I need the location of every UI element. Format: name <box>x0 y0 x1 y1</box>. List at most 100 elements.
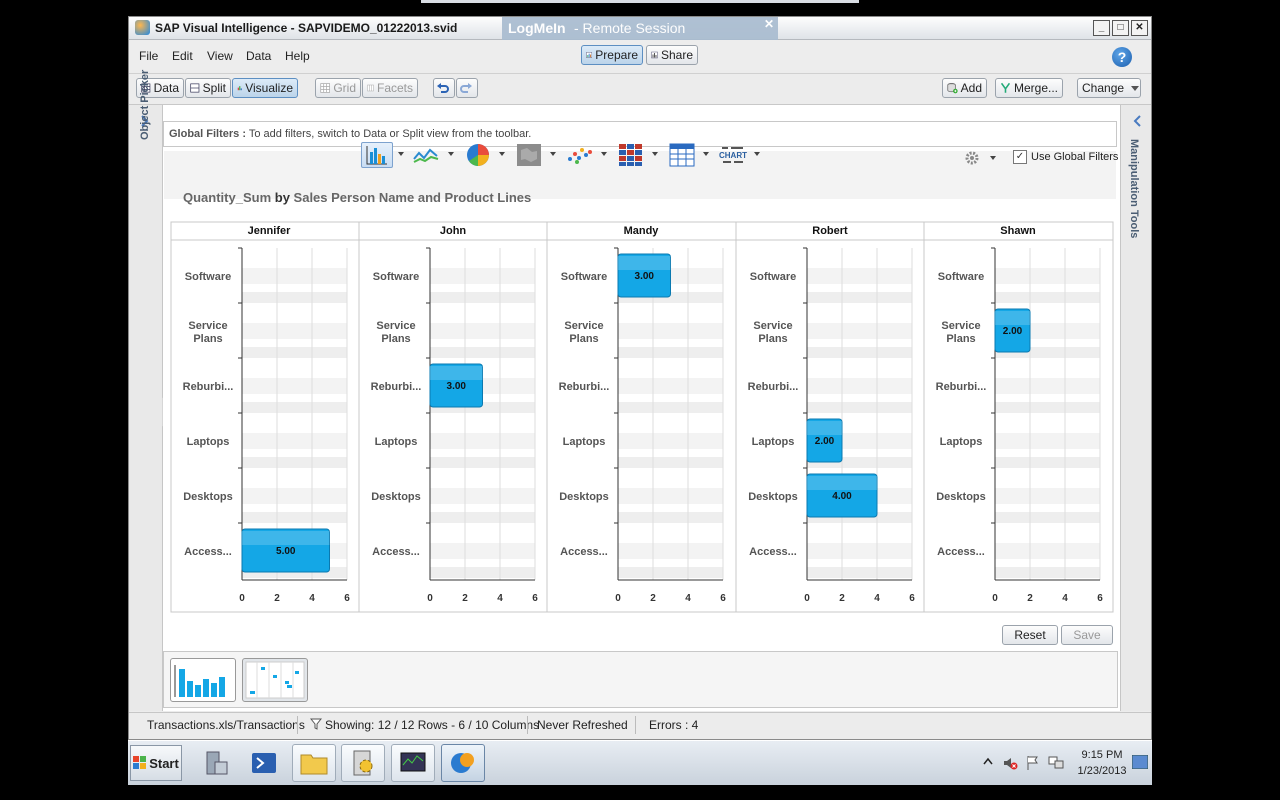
category-label: Plans <box>381 333 410 345</box>
grid-band <box>430 457 535 468</box>
explorer-icon[interactable] <box>292 744 336 782</box>
grid-band <box>618 457 723 468</box>
category-label: Service <box>188 320 227 332</box>
grid-band <box>242 457 347 468</box>
grid-band <box>242 512 347 523</box>
grid-band <box>430 567 535 578</box>
status-refresh: Never Refreshed <box>537 718 628 732</box>
show-desktop-icon[interactable] <box>1132 755 1148 769</box>
x-tick-label: 4 <box>874 593 880 604</box>
x-tick-label: 4 <box>1062 593 1068 604</box>
grid-band <box>242 347 347 358</box>
grid-band <box>807 292 912 303</box>
clock-date: 1/23/2013 <box>1077 765 1127 777</box>
status-bar: Transactions.xls/Transactions Showing: 1… <box>129 712 1151 739</box>
x-tick-label: 6 <box>1097 593 1103 604</box>
category-label: Desktops <box>371 491 421 503</box>
x-tick-label: 4 <box>309 593 315 604</box>
x-tick-label: 2 <box>462 593 468 604</box>
windows-taskbar: Start 9:15 PM 1/23/2013 <box>128 740 1152 785</box>
grid-band <box>430 512 535 523</box>
grid-band <box>995 292 1100 303</box>
bar-highlight <box>242 531 330 545</box>
start-button[interactable]: Start <box>130 745 182 781</box>
status-showing: Showing: 12 / 12 Rows - 6 / 10 Columns <box>325 718 540 732</box>
chart-thumbnails <box>163 651 1118 708</box>
grid-band <box>430 488 535 504</box>
grid-band <box>618 433 723 449</box>
reset-button[interactable]: Reset <box>1002 625 1058 645</box>
bar-highlight <box>995 311 1030 325</box>
category-label: Plans <box>193 333 222 345</box>
category-label: Access... <box>560 546 608 558</box>
grid-band <box>807 268 912 284</box>
x-tick-label: 4 <box>685 593 691 604</box>
system-clock[interactable]: 9:15 PM 1/23/2013 <box>1072 747 1132 779</box>
save-button[interactable]: Save <box>1061 625 1113 645</box>
server-manager-icon[interactable] <box>194 744 238 782</box>
flag-icon[interactable] <box>1026 755 1040 771</box>
grid-band <box>618 488 723 504</box>
category-label: Service <box>941 320 980 332</box>
chart-thumbnail-selected[interactable] <box>242 658 308 702</box>
category-label: Laptops <box>940 436 983 448</box>
panel-label: Jennifer <box>248 225 292 237</box>
grid-band <box>430 347 535 358</box>
category-label: Plans <box>946 333 975 345</box>
category-label: Desktops <box>936 491 986 503</box>
status-errors[interactable]: Errors : 4 <box>649 718 698 732</box>
x-tick-label: 0 <box>804 593 810 604</box>
network-icon[interactable] <box>1048 755 1064 771</box>
windows-logo-icon <box>133 756 147 769</box>
powershell-icon[interactable] <box>242 744 286 782</box>
category-label: Reburbi... <box>559 381 610 393</box>
chart-thumbnail[interactable] <box>170 658 236 702</box>
grid-band <box>242 433 347 449</box>
grid-band <box>995 433 1100 449</box>
volume-muted-icon[interactable] <box>1002 755 1018 771</box>
grid-band <box>618 512 723 523</box>
grid-band <box>242 488 347 504</box>
data-label: 2.00 <box>1003 326 1023 337</box>
grid-band <box>242 402 347 413</box>
grid-band <box>618 402 723 413</box>
grid-band <box>618 567 723 578</box>
monitor-app-icon[interactable] <box>391 744 435 782</box>
panel-label: John <box>440 225 467 237</box>
category-label: Reburbi... <box>936 381 987 393</box>
x-tick-label: 6 <box>909 593 915 604</box>
grid-band <box>807 323 912 339</box>
grid-band <box>242 292 347 303</box>
category-label: Plans <box>569 333 598 345</box>
category-label: Reburbi... <box>183 381 234 393</box>
grid-band <box>995 543 1100 559</box>
x-tick-label: 2 <box>839 593 845 604</box>
status-source: Transactions.xls/Transactions <box>147 718 305 732</box>
x-tick-label: 6 <box>720 593 726 604</box>
category-label: Access... <box>372 546 420 558</box>
category-label: Software <box>373 271 419 283</box>
category-label: Desktops <box>183 491 233 503</box>
settings-app-icon[interactable] <box>341 744 385 782</box>
grid-band <box>995 457 1100 468</box>
grid-band <box>430 543 535 559</box>
category-label: Software <box>750 271 796 283</box>
grid-band <box>807 378 912 394</box>
category-label: Software <box>185 271 231 283</box>
x-tick-label: 6 <box>344 593 350 604</box>
grid-band <box>618 347 723 358</box>
grid-band <box>618 543 723 559</box>
data-label: 3.00 <box>635 271 655 282</box>
category-label: Laptops <box>375 436 418 448</box>
sap-visual-intelligence-taskbar-icon[interactable] <box>441 744 485 782</box>
x-tick-label: 4 <box>497 593 503 604</box>
category-label: Access... <box>937 546 985 558</box>
x-tick-label: 6 <box>532 593 538 604</box>
chevron-up-icon[interactable] <box>983 757 993 765</box>
x-tick-label: 2 <box>650 593 656 604</box>
data-label: 3.00 <box>447 381 467 392</box>
grid-band <box>242 268 347 284</box>
panel-label: Robert <box>812 225 848 237</box>
category-label: Software <box>938 271 984 283</box>
x-tick-label: 0 <box>427 593 433 604</box>
